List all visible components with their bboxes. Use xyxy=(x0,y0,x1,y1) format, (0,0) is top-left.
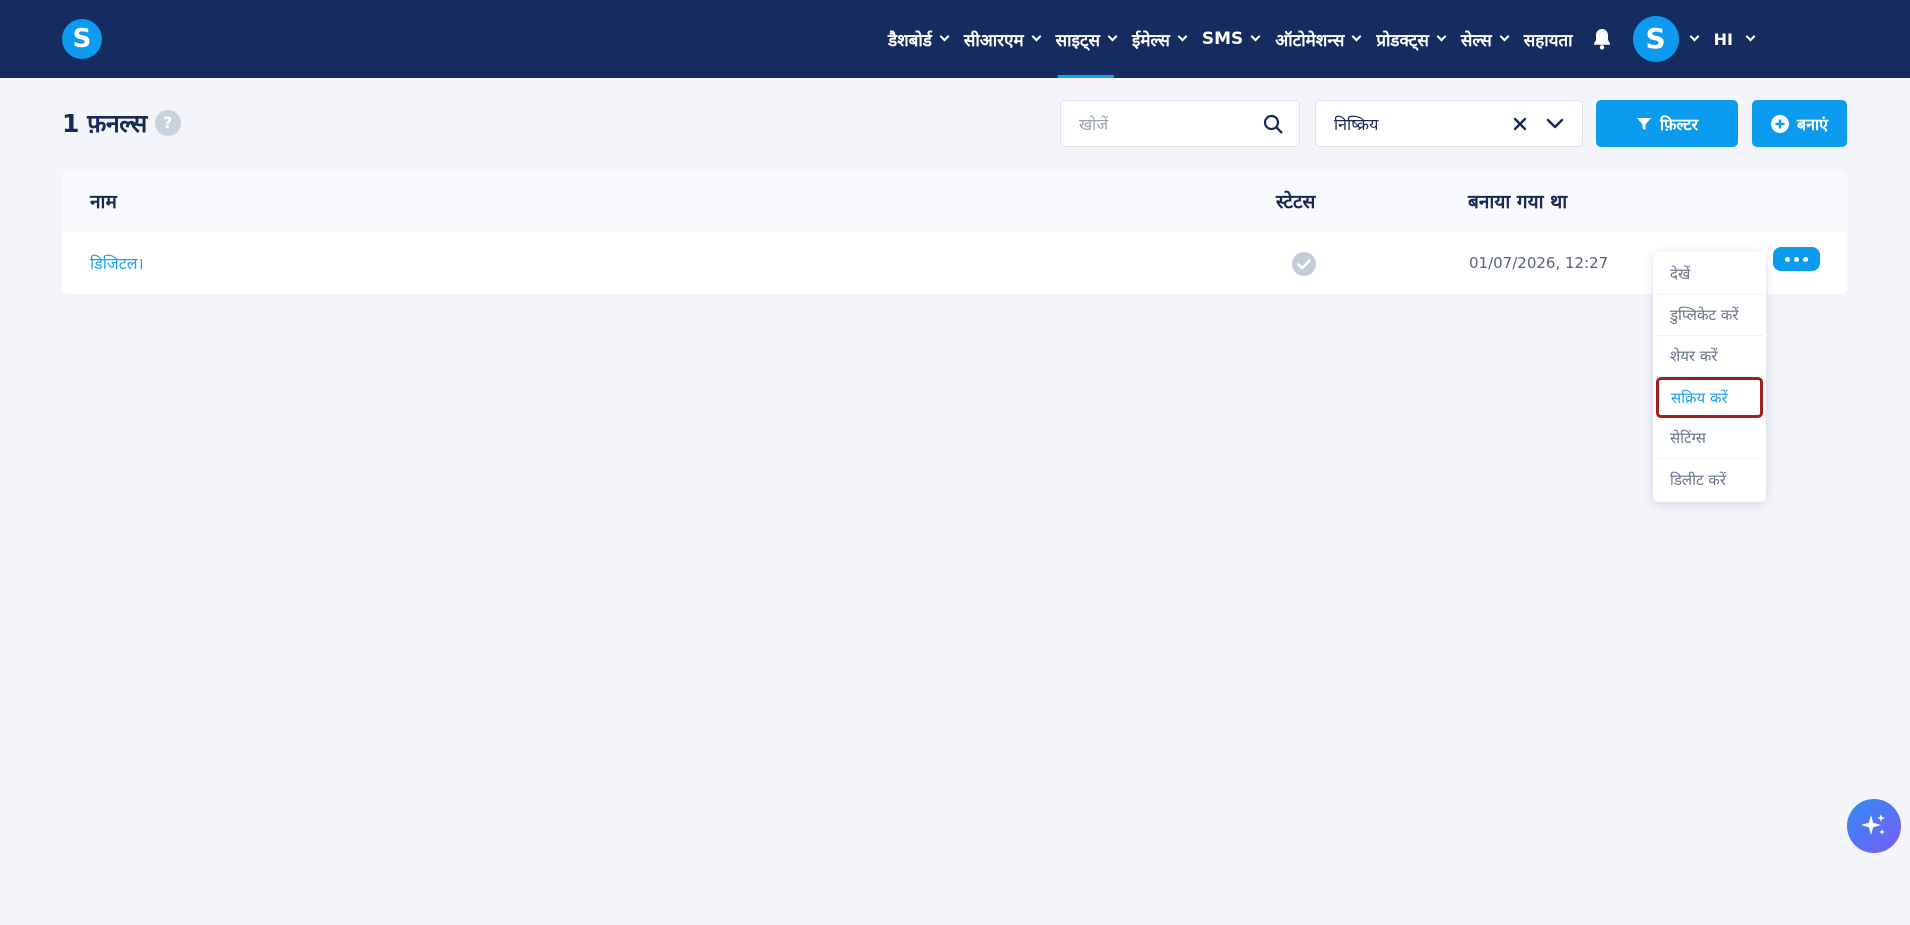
funnels-table: नाम स्टेटस बनाया गया था डिजिटल। 01/07/20… xyxy=(62,170,1847,294)
filter-icon xyxy=(1636,117,1651,130)
chevron-down-icon xyxy=(1351,31,1362,42)
nav-item-label: सेल्स xyxy=(1460,30,1492,51)
nav-item-sites[interactable]: साइट्स xyxy=(1048,0,1124,78)
chevron-down-icon xyxy=(1250,31,1261,42)
menu-item-share[interactable]: शेयर करें xyxy=(1656,336,1763,377)
chevron-down-icon[interactable] xyxy=(1546,117,1564,131)
nav-item-emails[interactable]: ईमेल्स xyxy=(1124,0,1194,78)
nav-item-products[interactable]: प्रोडक्ट्स xyxy=(1368,0,1453,78)
nav-item-dashboard[interactable]: डैशबोर्ड xyxy=(880,0,956,78)
page-title: 1 फ़नल्स xyxy=(62,109,147,138)
nav-item-label: ईमेल्स xyxy=(1131,30,1170,51)
language-label: HI xyxy=(1713,29,1733,49)
user-menu[interactable]: S xyxy=(1632,0,1700,78)
create-button[interactable]: बनाएं xyxy=(1752,100,1847,147)
dot xyxy=(1803,256,1808,262)
clear-icon[interactable] xyxy=(1512,116,1528,132)
page-header: 1 फ़नल्स ? xyxy=(62,106,181,140)
chevron-down-icon xyxy=(1107,31,1118,42)
nav-item-label: डैशबोर्ड xyxy=(888,30,932,51)
table-row: डिजिटल। 01/07/2026, 12:27 xyxy=(62,232,1847,294)
chevron-down-icon xyxy=(1689,31,1700,42)
search-icon[interactable] xyxy=(1263,114,1283,134)
ai-assistant-button[interactable] xyxy=(1847,799,1901,853)
sparkle-icon xyxy=(1861,814,1885,835)
nav-item-sms[interactable]: SMS xyxy=(1194,0,1267,78)
nav-item-label: SMS xyxy=(1201,29,1244,49)
language-selector[interactable]: HI xyxy=(1713,0,1756,78)
menu-item-settings[interactable]: सेटिंग्स xyxy=(1656,418,1763,459)
nav-item-sales[interactable]: सेल्स xyxy=(1453,0,1516,78)
column-header-status[interactable]: स्टेटस xyxy=(1276,188,1315,214)
plus-circle-icon xyxy=(1770,114,1789,133)
dot xyxy=(1794,256,1799,262)
avatar: S xyxy=(1632,16,1679,62)
dot xyxy=(1785,256,1790,262)
chevron-down-icon xyxy=(1499,31,1510,42)
menu-item-delete[interactable]: डिलीट करें xyxy=(1656,459,1763,500)
chevron-down-icon xyxy=(1745,31,1756,42)
row-actions-button[interactable] xyxy=(1773,247,1820,271)
chevron-down-icon xyxy=(1177,31,1188,42)
menu-item-activate[interactable]: सक्रिय करें xyxy=(1656,377,1763,418)
nav-item-label: प्रोडक्ट्स xyxy=(1376,30,1429,51)
status-filter-select[interactable]: निष्क्रिय xyxy=(1315,100,1583,147)
created-date: 01/07/2026, 12:27 xyxy=(1469,254,1609,272)
bell-icon[interactable] xyxy=(1585,0,1619,78)
brand-logo[interactable]: S xyxy=(62,19,102,59)
top-navigation-bar: S डैशबोर्ड सीआरएम साइट्स ईमेल्स SMS ऑटोम… xyxy=(0,0,1910,78)
filter-button-label: फ़िल्टर xyxy=(1659,114,1699,134)
column-header-name[interactable]: नाम xyxy=(90,188,117,214)
chevron-down-icon xyxy=(1436,31,1447,42)
table-header: नाम स्टेटस बनाया गया था xyxy=(62,170,1847,232)
create-button-label: बनाएं xyxy=(1796,114,1828,134)
search-box xyxy=(1060,100,1300,147)
search-input[interactable] xyxy=(1079,111,1249,137)
status-filter-value: निष्क्रिय xyxy=(1334,115,1379,134)
funnel-name-link[interactable]: डिजिटल। xyxy=(90,252,144,274)
main-nav: डैशबोर्ड सीआरएम साइट्स ईमेल्स SMS ऑटोमेश… xyxy=(880,0,1756,78)
filter-button[interactable]: फ़िल्टर xyxy=(1596,100,1738,147)
nav-item-label: ऑटोमेशन्स xyxy=(1275,30,1345,51)
nav-item-label: साइट्स xyxy=(1055,30,1100,51)
check-circle-icon xyxy=(1292,252,1316,280)
menu-item-duplicate[interactable]: डुप्लिकेट करें xyxy=(1656,295,1763,336)
column-header-created[interactable]: बनाया गया था xyxy=(1468,188,1567,214)
help-icon[interactable]: ? xyxy=(154,110,181,136)
chevron-down-icon xyxy=(939,31,950,42)
row-actions-menu: देखें डुप्लिकेट करें शेयर करें सक्रिय कर… xyxy=(1653,252,1766,502)
nav-item-automations[interactable]: ऑटोमेशन्स xyxy=(1267,0,1368,78)
nav-item-crm[interactable]: सीआरएम xyxy=(956,0,1048,78)
nav-item-label: सहायता xyxy=(1523,30,1573,51)
nav-item-label: सीआरएम xyxy=(963,30,1024,51)
menu-item-view[interactable]: देखें xyxy=(1656,254,1763,295)
nav-item-help[interactable]: सहायता xyxy=(1516,0,1581,78)
chevron-down-icon xyxy=(1031,31,1042,42)
